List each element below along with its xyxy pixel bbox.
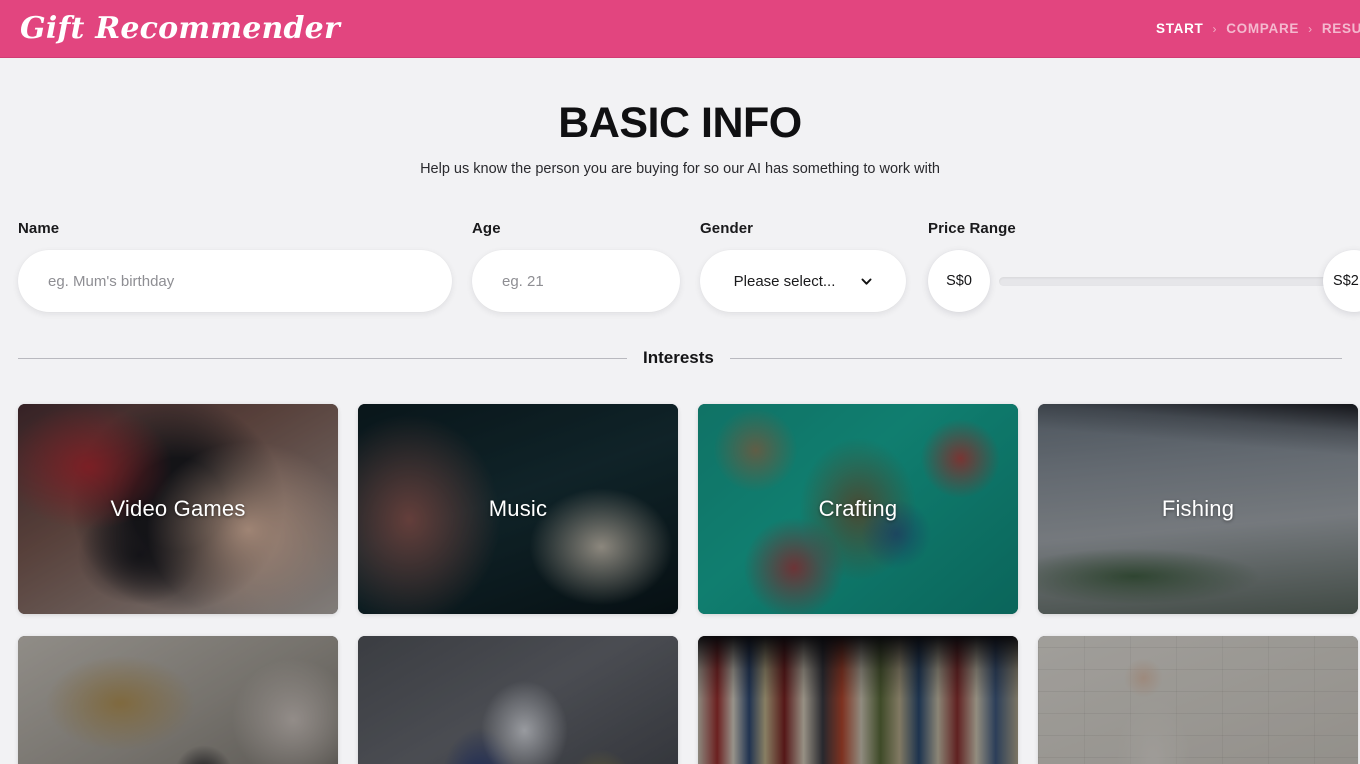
- price-max-handle[interactable]: S$210: [1323, 250, 1360, 313]
- interest-card[interactable]: Crafting: [698, 404, 1018, 615]
- interest-card-label: Crafting: [818, 496, 898, 522]
- page-title: BASIC INFO: [558, 99, 802, 147]
- interest-card-label: [358, 636, 678, 764]
- chevron-down-icon: [861, 278, 872, 285]
- interest-card[interactable]: Video Games: [18, 404, 338, 615]
- interest-card-label: [1038, 636, 1358, 764]
- interest-card[interactable]: [18, 636, 338, 764]
- interest-card-label: Music: [488, 496, 548, 522]
- age-field-group: Age: [472, 220, 680, 313]
- site-header: Gift Recommender START › COMPARE › RESUL…: [0, 0, 1360, 58]
- breadcrumb-step-result[interactable]: RESULT: [1322, 21, 1360, 36]
- gender-select-wrap: Please select...: [700, 250, 906, 313]
- price-slider-track[interactable]: [999, 277, 1352, 287]
- basic-info-form: Name Age Gender Please select... Price R…: [0, 220, 1360, 330]
- interests-divider: Interests: [18, 348, 1342, 368]
- price-field-group: Price Range S$0 S$210: [928, 220, 1360, 313]
- brand-logo[interactable]: Gift Recommender: [20, 11, 340, 46]
- name-input[interactable]: [18, 250, 452, 313]
- interest-card[interactable]: [698, 636, 1018, 764]
- interest-card-label: [698, 636, 1018, 764]
- chevron-right-icon: ›: [1308, 21, 1313, 36]
- page-header: BASIC INFO Help us know the person you a…: [0, 58, 1360, 178]
- interest-card-label: [18, 636, 338, 764]
- breadcrumb: START › COMPARE › RESULT: [1156, 21, 1360, 36]
- interest-card[interactable]: [358, 636, 678, 764]
- price-min-handle[interactable]: S$0: [928, 250, 990, 313]
- gender-label: Gender: [700, 220, 754, 238]
- age-label: Age: [472, 220, 501, 238]
- interests-heading: Interests: [643, 348, 714, 368]
- gender-select-value: Please select...: [733, 272, 836, 290]
- price-range-label: Price Range: [928, 220, 1016, 238]
- interest-card[interactable]: [1038, 636, 1358, 764]
- interest-card-label: Video Games: [110, 496, 246, 522]
- gender-select[interactable]: Please select...: [700, 250, 906, 313]
- interest-card[interactable]: Music: [358, 404, 678, 615]
- interest-card-label: Fishing: [1161, 496, 1235, 522]
- breadcrumb-step-compare[interactable]: COMPARE: [1226, 21, 1299, 36]
- interests-grid: Video Games Music Crafting Fishing: [0, 404, 1360, 764]
- price-range-slider[interactable]: S$0 S$210: [928, 250, 1360, 313]
- divider-rule-left: [18, 357, 627, 359]
- breadcrumb-step-start[interactable]: START: [1156, 21, 1204, 36]
- chevron-right-icon: ›: [1212, 21, 1218, 36]
- name-label: Name: [18, 220, 60, 238]
- page-subtitle: Help us know the person you are buying f…: [420, 161, 940, 178]
- gender-field-group: Gender Please select...: [700, 220, 906, 313]
- divider-rule-right: [729, 357, 1342, 359]
- name-field-group: Name: [18, 220, 452, 313]
- interest-card[interactable]: Fishing: [1038, 404, 1358, 615]
- age-input[interactable]: [472, 250, 680, 313]
